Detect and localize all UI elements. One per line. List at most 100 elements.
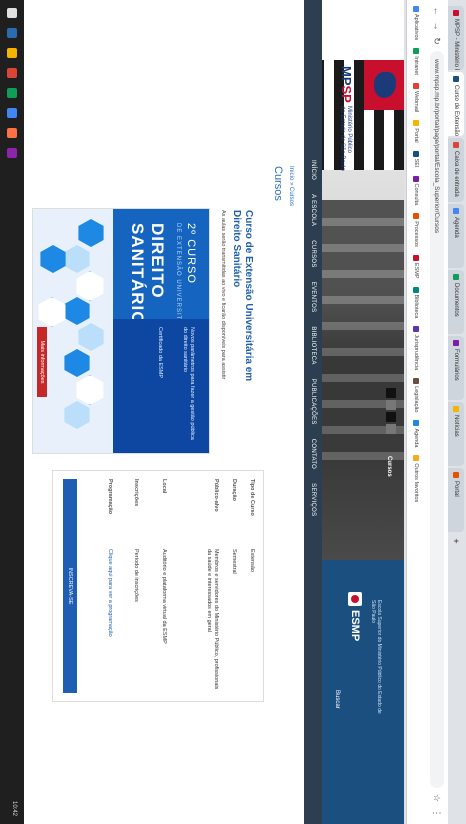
main-menu: INÍCIO A ESCOLA CURSOS EVENTOS BIBLIOTECA PUB…	[304, 0, 322, 824]
bookmark-icon	[413, 254, 420, 261]
taskbar-app-icon[interactable]	[7, 88, 17, 98]
bookmark-item[interactable]: Consulta	[413, 175, 420, 205]
bookmark-icon	[413, 82, 420, 89]
nav-block	[386, 412, 396, 422]
hexagon-shape	[77, 219, 105, 247]
browser-tab[interactable]: Curso de Extensão	[448, 72, 464, 136]
site-banner: MPSP Ministério Público do Estado de São…	[322, 0, 404, 824]
address-bar[interactable]: www.mpsp.mp.br/portal/page/portal/Escola…	[430, 51, 444, 788]
bookmark-item[interactable]: ESMP	[413, 254, 420, 279]
esmp-logo[interactable]: ESMP	[348, 592, 362, 641]
browser-window: MPSP - Ministério Público Curso de Extens…	[0, 0, 466, 824]
tab-label: Formulários	[453, 349, 459, 381]
menu-item[interactable]: CURSOS	[310, 240, 316, 267]
menu-item[interactable]: A ESCOLA	[310, 194, 316, 226]
info-label: Duração	[231, 479, 237, 502]
course-note: As aulas serão transmitidas ao vivo e fi…	[220, 210, 226, 380]
menu-item[interactable]: PUBLICAÇÕES	[310, 379, 316, 425]
nav-block	[386, 388, 396, 398]
browser-tab[interactable]: Documentos	[448, 270, 464, 334]
bookmark-icon	[413, 213, 420, 220]
new-tab-button[interactable]: +	[448, 534, 464, 548]
bookmark-item[interactable]: Biblioteca	[413, 286, 420, 318]
bookmark-item[interactable]: Intranet	[413, 48, 420, 75]
hexagon-shape	[63, 245, 91, 273]
menu-item[interactable]: INÍCIO	[310, 160, 316, 180]
info-value: Auditório e plataforma virtual da ESMP	[161, 549, 167, 644]
tab-favicon-icon	[453, 10, 459, 16]
taskbar-app-icon[interactable]	[7, 148, 17, 158]
logo-sub-line2: do Estado de São Paulo	[339, 106, 345, 171]
bookmark-item[interactable]: Agenda	[413, 420, 420, 448]
reload-icon[interactable]: ↻	[432, 36, 443, 46]
menu-item[interactable]: BIBLIOTECA	[310, 326, 316, 364]
bookmark-icon	[413, 286, 420, 293]
logo-mp-text: MP	[339, 66, 354, 86]
mpsp-logo-subtitle: Ministério Público do Estado de São Paul…	[338, 106, 352, 171]
address-row: ← → ↻ www.mpsp.mp.br/portal/page/portal/…	[426, 0, 448, 824]
bookmark-item[interactable]: Portal	[413, 120, 420, 143]
bookmark-item[interactable]: Jurisprudência	[413, 326, 420, 370]
info-row: Local Auditório e plataforma virtual da …	[160, 479, 167, 693]
tab-strip: MPSP - Ministério Público Curso de Extens…	[448, 0, 466, 824]
menu-item[interactable]: EVENTOS	[310, 282, 316, 313]
star-icon[interactable]: ☆	[432, 793, 443, 803]
bookmark-label: Outros favoritos	[413, 463, 420, 503]
menu-item[interactable]: CONTATO	[310, 439, 316, 469]
bookmark-item[interactable]: Processos	[413, 213, 420, 247]
bookmark-icon	[413, 150, 420, 157]
info-value[interactable]: Clique aqui para ver a programação	[106, 549, 113, 693]
info-row: Tipo de Curso Extensão	[248, 479, 255, 693]
bookmark-label: Legislação	[413, 386, 420, 413]
info-label: Programação	[107, 479, 113, 515]
forward-icon[interactable]: →	[432, 21, 442, 31]
search-link[interactable]: Buscar	[334, 690, 340, 709]
bookmark-item[interactable]: SEI	[413, 150, 420, 168]
browser-tab[interactable]: Caixa de entrada	[448, 138, 464, 202]
bookmark-item[interactable]: Legislação	[413, 378, 420, 413]
menu-icon[interactable]: ⋮	[432, 808, 443, 818]
menu-item[interactable]: SERVIÇOS	[310, 483, 316, 516]
breadcrumb[interactable]: Início » Cursos	[288, 166, 294, 206]
nav-blocks	[386, 388, 396, 434]
taskbar-app-icon[interactable]	[7, 68, 17, 78]
bookmark-item[interactable]: Webmail	[413, 82, 420, 112]
browser-tab[interactable]: MPSP - Ministério Público	[448, 6, 464, 70]
tab-favicon-icon	[453, 142, 459, 148]
poster-more-info-button[interactable]: Mais informações	[37, 327, 47, 397]
tab-label: Curso de Extensão	[453, 85, 459, 136]
mpsp-logo[interactable]: MPSP	[339, 66, 354, 103]
enroll-button[interactable]: INSCREVA-SE	[63, 479, 77, 693]
hexagon-shape	[75, 271, 105, 301]
hexagon-shape	[77, 323, 105, 351]
bookmark-label: ESMP	[413, 262, 420, 279]
poster-bullets: Novos parâmetros para fazer a gestão púb…	[113, 319, 209, 453]
browser-tab[interactable]: Portal	[448, 468, 464, 532]
browser-tab[interactable]: Formulários	[448, 336, 464, 400]
section-title: Cursos	[272, 166, 284, 201]
browser-tab[interactable]: Notícias	[448, 402, 464, 466]
back-icon[interactable]: ←	[432, 6, 442, 16]
info-row: Programação Clique aqui para ver a progr…	[106, 479, 113, 693]
course-poster[interactable]: 2º CURSO DE EXTENSÃO UNIVERSITÁRIA EM DI…	[32, 208, 210, 454]
bookmark-item[interactable]: Aplicativos	[413, 6, 420, 41]
bookmark-icon	[413, 175, 420, 182]
bookmark-label: Aplicativos	[413, 14, 420, 41]
hexagon-shape	[37, 297, 67, 327]
esmp-logo-text: ESMP	[349, 610, 361, 642]
bookmark-icon	[413, 48, 420, 55]
bookmark-item[interactable]: Outros favoritos	[413, 455, 420, 503]
taskbar-app-icon[interactable]	[7, 8, 17, 18]
os-taskbar: 10:42	[0, 0, 24, 824]
tab-favicon-icon	[453, 76, 459, 82]
browser-tab[interactable]: Agenda	[448, 204, 464, 268]
logo-sp-text: SP	[339, 85, 354, 103]
tab-favicon-icon	[453, 472, 459, 478]
banner-nav-label[interactable]: Cursos	[386, 456, 392, 477]
bookmark-label: Agenda	[413, 428, 420, 448]
taskbar-app-icon[interactable]	[7, 108, 17, 118]
taskbar-app-icon[interactable]	[7, 28, 17, 38]
taskbar-app-icon[interactable]	[7, 48, 17, 58]
taskbar-app-icon[interactable]	[7, 128, 17, 138]
bookmark-label: Processos	[413, 221, 420, 247]
